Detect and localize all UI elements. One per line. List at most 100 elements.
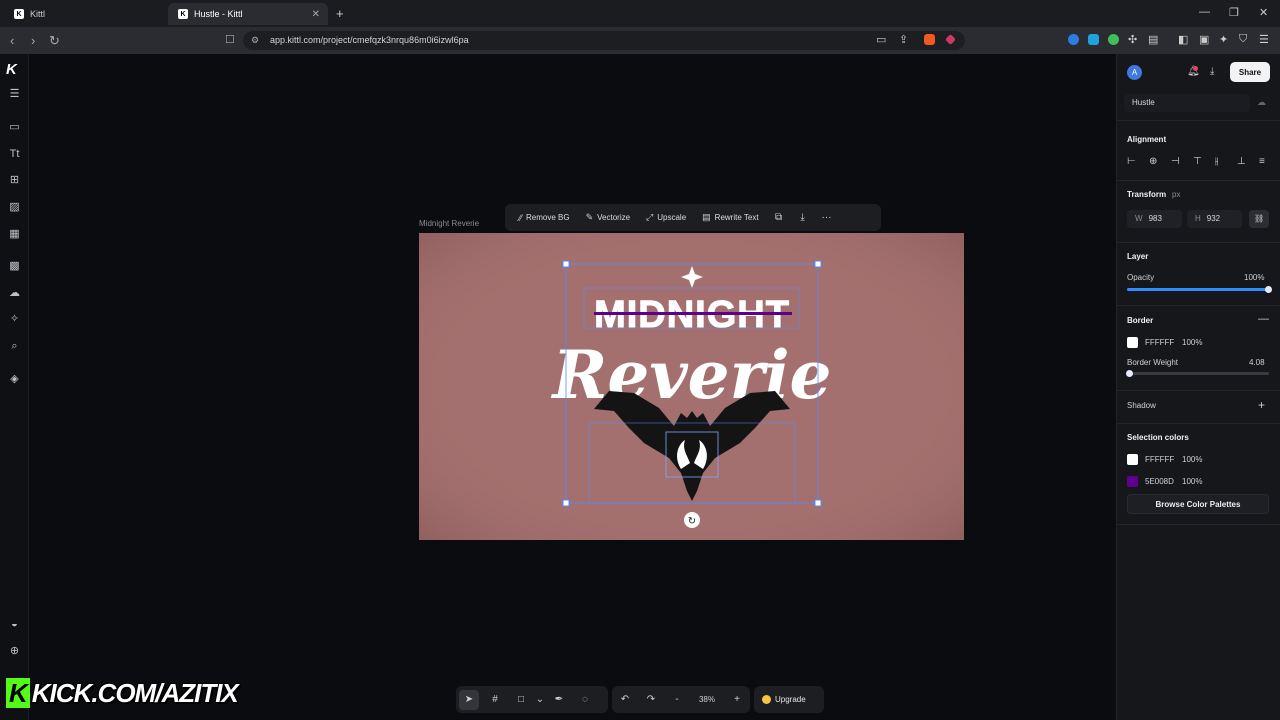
sidebar-toggle-icon[interactable]: ◧ <box>1178 33 1188 46</box>
search-assets-icon[interactable]: ⌕ <box>8 340 21 353</box>
border-weight-slider-track[interactable] <box>1127 372 1269 375</box>
align-top-icon[interactable]: ⊤ <box>1193 156 1202 167</box>
browse-color-palettes-button[interactable]: Browse Color Palettes <box>1127 494 1269 514</box>
uploads-icon[interactable]: ☁ <box>8 287 21 300</box>
ai-tools-icon[interactable]: ✧ <box>8 313 21 326</box>
selection-color-hex-2[interactable]: 5E008D <box>1145 477 1174 486</box>
comment-tool-icon[interactable]: ◌ <box>572 686 598 713</box>
align-right-icon[interactable]: ⊣ <box>1171 156 1180 167</box>
forward-icon[interactable]: › <box>31 33 35 48</box>
menu-icon[interactable]: ☰ <box>8 88 21 101</box>
artboard[interactable]: MIDNIGHT Reverie ↻ <box>419 233 964 540</box>
selection-color-swatch-2[interactable] <box>1127 476 1138 487</box>
download-project-icon[interactable]: ⤓ <box>1210 66 1214 77</box>
text-tool-icon[interactable]: Tt <box>8 148 21 161</box>
close-tab-icon[interactable]: ✕ <box>312 9 320 20</box>
new-tab-icon[interactable]: + <box>336 6 344 21</box>
height-field[interactable]: H 932 <box>1187 210 1242 228</box>
remove-bg-button[interactable]: ⁄⁄ Remove BG <box>511 204 578 231</box>
vectorize-button[interactable]: ✎ Vectorize <box>578 204 638 231</box>
border-weight-value[interactable]: 4.08 <box>1249 358 1265 367</box>
add-shadow-icon[interactable]: + <box>1258 398 1265 412</box>
zoom-level[interactable]: 38% <box>690 686 724 713</box>
select-tool-icon[interactable]: ➤ <box>459 689 479 710</box>
undo-icon[interactable]: ↶ <box>612 686 638 713</box>
share-page-icon[interactable]: ⇪ <box>899 33 908 46</box>
share-button[interactable]: Share <box>1230 62 1270 82</box>
shape-dropdown-chevron-icon[interactable]: ⌄ <box>534 686 546 713</box>
close-window-icon[interactable]: ✕ <box>1259 6 1268 19</box>
design-artwork[interactable]: MIDNIGHT Reverie ↻ <box>419 233 964 540</box>
site-settings-icon[interactable]: ⚙ <box>251 31 259 50</box>
duplicate-icon[interactable]: ⧉ <box>767 204 791 231</box>
align-left-icon[interactable]: ⊢ <box>1127 156 1136 167</box>
reader-icon[interactable]: ▤ <box>1148 33 1158 46</box>
opacity-value[interactable]: 100% <box>1244 273 1264 282</box>
download-icon[interactable]: ⤓ <box>791 204 815 231</box>
rewrite-text-icon: ▤ <box>702 212 711 222</box>
rewrite-text-button[interactable]: ▤ Rewrite Text <box>694 204 766 231</box>
extensions-puzzle-icon[interactable]: ✣ <box>1128 33 1137 46</box>
resize-handle-tr[interactable] <box>814 260 822 268</box>
align-middle-v-icon[interactable]: ⫲ <box>1215 156 1218 167</box>
browser-tab-hustle[interactable]: K Hustle - Kittl ✕ <box>168 3 328 25</box>
border-color-hex[interactable]: FFFFFF <box>1145 338 1174 347</box>
resize-handle-bl[interactable] <box>562 499 570 507</box>
border-color-swatch[interactable] <box>1127 337 1138 348</box>
opacity-slider-knob[interactable] <box>1265 286 1272 293</box>
restore-icon[interactable]: ❐ <box>1229 6 1239 19</box>
extension-2-icon[interactable] <box>1088 34 1099 45</box>
frame-tool-icon[interactable]: # <box>482 686 508 713</box>
patterns-icon[interactable]: ▦ <box>8 228 21 241</box>
width-field[interactable]: W 983 <box>1127 210 1182 228</box>
distribute-icon[interactable]: ≡ <box>1259 156 1265 167</box>
more-options-icon[interactable]: ··· <box>815 204 839 231</box>
align-bottom-icon[interactable]: ⊥ <box>1237 156 1246 167</box>
resize-handle-tl[interactable] <box>562 260 570 268</box>
frame-label[interactable]: Midnight Reverie <box>419 219 479 228</box>
minimize-icon[interactable]: — <box>1199 6 1210 18</box>
border-color-opacity[interactable]: 100% <box>1182 338 1202 347</box>
cast-icon[interactable]: ▭ <box>876 33 886 46</box>
design-title-line2[interactable]: Reverie <box>550 336 831 414</box>
images-icon[interactable]: ▨ <box>8 201 21 214</box>
upgrade-button[interactable]: Upgrade <box>754 686 824 713</box>
kittl-logo-icon[interactable]: K <box>6 61 17 78</box>
layers-icon[interactable]: ◈ <box>8 373 21 386</box>
learn-icon[interactable]: ◒ <box>8 618 21 631</box>
selection-color-swatch-1[interactable] <box>1127 454 1138 465</box>
project-name-field[interactable]: Hustle <box>1124 94 1250 112</box>
brand-kit-icon[interactable]: ▩ <box>8 260 21 273</box>
align-center-h-icon[interactable]: ⊕ <box>1149 156 1157 167</box>
bookmark-icon[interactable]: ☐ <box>225 33 235 46</box>
shape-tool-icon[interactable]: □ <box>508 686 534 713</box>
remove-border-icon[interactable]: — <box>1258 313 1269 325</box>
brave-shield-icon[interactable] <box>924 34 935 45</box>
extension-3-icon[interactable] <box>1108 34 1119 45</box>
browser-menu-icon[interactable]: ☰ <box>1259 33 1269 46</box>
extension-1-icon[interactable] <box>1068 34 1079 45</box>
upscale-button[interactable]: ⤢ Upscale <box>638 204 694 231</box>
vpn-shield-icon[interactable]: ⛉ <box>1239 33 1247 46</box>
wallet-icon[interactable]: ▣ <box>1199 33 1209 46</box>
selection-color-opacity-1[interactable]: 100% <box>1182 455 1202 464</box>
border-weight-slider-knob[interactable] <box>1125 370 1133 377</box>
resize-handle-br[interactable] <box>814 499 822 507</box>
selection-color-hex-1[interactable]: FFFFFF <box>1145 455 1174 464</box>
url-field[interactable]: ⚙ app.kittl.com/project/cmefqzk3nrqu86m0… <box>243 31 965 50</box>
avatar[interactable]: A <box>1127 65 1142 80</box>
zoom-in-button[interactable]: + <box>724 686 750 713</box>
browser-tab-kittl[interactable]: K Kittl <box>4 3 166 25</box>
leo-ai-icon[interactable]: ✦ <box>1219 33 1228 46</box>
lock-ratio-icon[interactable]: ⛓ <box>1249 210 1269 228</box>
redo-icon[interactable]: ↷ <box>638 686 664 713</box>
selection-color-opacity-2[interactable]: 100% <box>1182 477 1202 486</box>
add-icon[interactable]: ⊕ <box>8 645 21 658</box>
pen-tool-icon[interactable]: ✒ <box>546 686 572 713</box>
zoom-out-button[interactable]: - <box>664 686 690 713</box>
height-label: H <box>1195 214 1201 223</box>
templates-icon[interactable]: ▭ <box>8 121 21 134</box>
elements-icon[interactable]: ⊞ <box>8 174 21 187</box>
back-icon[interactable]: ‹ <box>10 33 14 48</box>
reload-icon[interactable]: ↻ <box>49 33 60 49</box>
